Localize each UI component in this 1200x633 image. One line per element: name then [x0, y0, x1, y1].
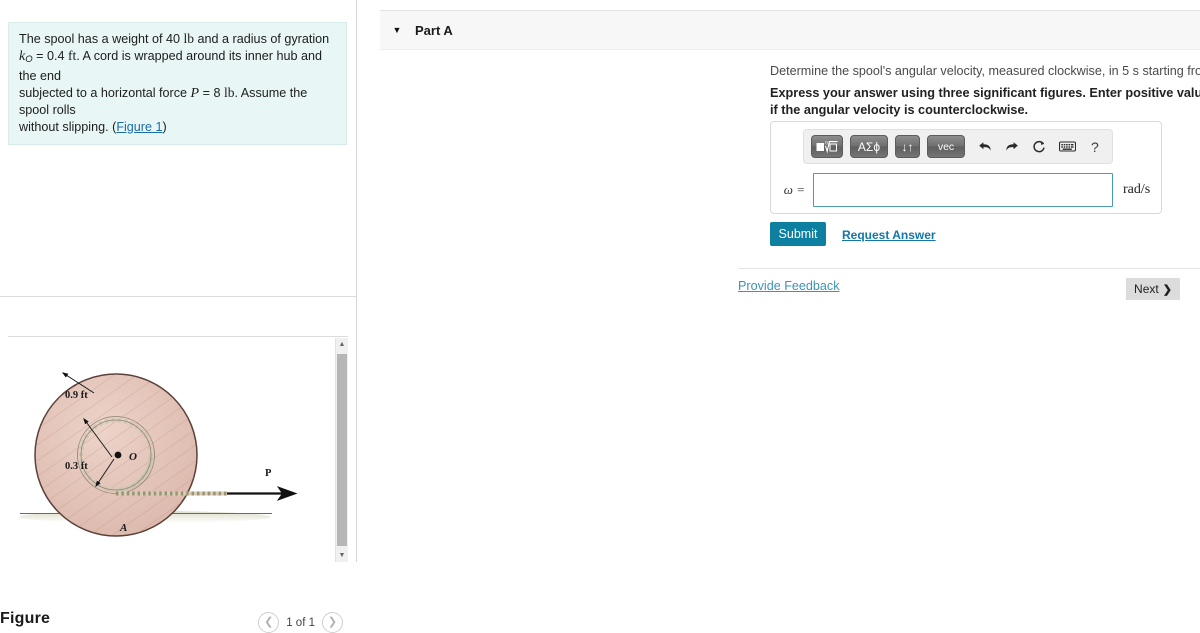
problem-line4-b: )	[162, 119, 167, 134]
inner-radius-label: 0.3 ft	[65, 461, 88, 472]
p-equation: = 8	[202, 85, 221, 100]
figure-navigation: ❮ 1 of 1 ❯	[258, 612, 343, 633]
instruction-text: Express your answer using three signific…	[770, 86, 1200, 117]
vector-label: vec	[937, 140, 955, 153]
figure-title: Figure	[0, 610, 51, 627]
part-title: Part A	[415, 22, 453, 38]
left-panel: The spool has a weight of 40 lb and a ra…	[0, 0, 357, 633]
outer-radius-label: 0.9 ft	[65, 390, 88, 401]
greek-letters-label: ΑΣϕ	[857, 139, 881, 154]
next-button[interactable]: Next ❯	[1126, 278, 1180, 300]
force-label: P	[265, 468, 272, 479]
redo-icon[interactable]	[1005, 140, 1019, 153]
greek-letters-button[interactable]: ΑΣϕ	[850, 135, 888, 158]
figure-frame: P 0.9 ft 0.3 ft O A ▲ ▼	[8, 336, 348, 562]
k-subscript: O	[25, 53, 33, 65]
k-unit: ft	[67, 47, 77, 63]
submit-button[interactable]: Submit	[770, 222, 826, 246]
p-unit: lb	[223, 84, 235, 100]
svg-text:0: 0	[825, 141, 828, 147]
scroll-down-arrow-icon[interactable]: ▼	[336, 549, 348, 562]
keyboard-icon[interactable]	[1059, 141, 1076, 152]
figure-prev-button[interactable]: ❮	[258, 612, 280, 633]
next-label: Next	[1134, 282, 1159, 296]
problem-line2-b: . A cord is wrapped around its inner hub…	[19, 48, 322, 84]
figure-1-link[interactable]: Figure 1	[116, 120, 162, 134]
template-root-icon: 0	[816, 141, 838, 154]
chevron-right-icon: ❯	[1162, 283, 1172, 296]
figure-scrollbar[interactable]: ▲ ▼	[335, 338, 348, 562]
help-icon[interactable]: ?	[1091, 139, 1099, 155]
figure-counter: 1 of 1	[286, 616, 315, 629]
answer-row: ω = rad/s	[781, 172, 1153, 208]
right-panel: ▼ Part A Determine the spool's angular v…	[358, 0, 1200, 562]
provide-feedback-link[interactable]: Provide Feedback	[738, 279, 840, 293]
problem-line1-b: and a radius of gyration	[197, 32, 330, 46]
problem-line3-a: subjected to a horizontal force	[19, 85, 188, 100]
figure-image: P 0.9 ft 0.3 ft O A	[8, 338, 336, 563]
p-variable: P	[190, 85, 200, 101]
vector-button[interactable]: vec	[927, 135, 965, 158]
figure-next-button[interactable]: ❯	[322, 612, 343, 633]
sub-superscript-label: ↓↑	[901, 139, 914, 154]
caret-down-icon[interactable]: ▼	[390, 25, 404, 35]
problem-statement: The spool has a weight of 40 lb and a ra…	[8, 22, 347, 145]
k-equation: = 0.4	[36, 48, 65, 63]
spool-diagram-svg: P 0.9 ft 0.3 ft O A	[19, 372, 298, 537]
reset-icon[interactable]	[1032, 140, 1046, 154]
question-text: Determine the spool's angular velocity, …	[770, 64, 1200, 78]
sub-superscript-button[interactable]: ↓↑	[895, 135, 920, 158]
request-answer-link[interactable]: Request Answer	[842, 228, 936, 242]
center-point	[114, 451, 122, 459]
problem-line1-a: The spool has a weight of 40	[19, 32, 181, 46]
omega-label: ω =	[783, 182, 805, 197]
answer-input[interactable]	[813, 173, 1113, 207]
center-label: O	[129, 451, 137, 463]
figure-header: Figure ❮ 1 of 1 ❯	[0, 302, 357, 633]
template-root-button[interactable]: 0	[811, 135, 843, 158]
answer-panel: 0 ΑΣϕ ↓↑ vec ? ω = rad/s	[770, 121, 1162, 214]
weight-unit: lb	[183, 31, 195, 46]
scrollbar-thumb[interactable]	[337, 354, 347, 546]
scroll-up-arrow-icon[interactable]: ▲	[336, 338, 348, 351]
undo-icon[interactable]	[978, 140, 992, 153]
left-pane-divider	[0, 296, 357, 297]
contact-point-label: A	[119, 522, 127, 534]
unit-label: rad/s	[1123, 182, 1151, 197]
footer-divider	[738, 268, 1200, 269]
math-toolbar: 0 ΑΣϕ ↓↑ vec ?	[803, 129, 1113, 164]
part-a-header[interactable]: ▼ Part A	[380, 10, 1200, 50]
problem-line4-a: without slipping. (	[19, 119, 117, 134]
